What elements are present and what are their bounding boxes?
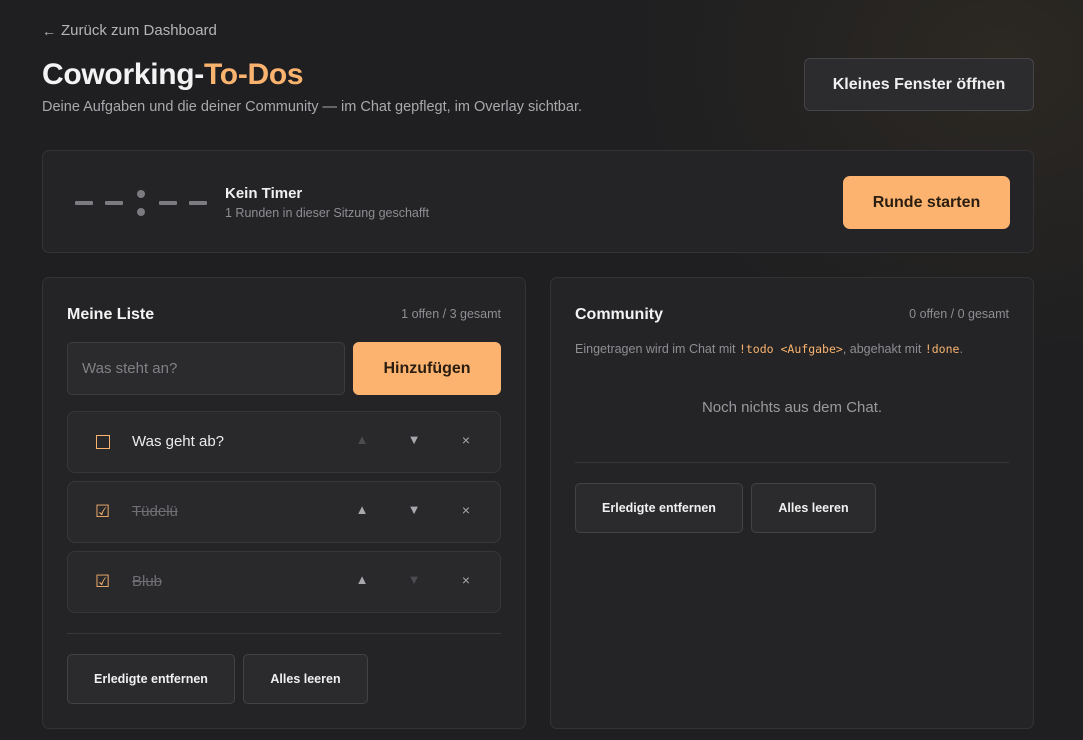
- timer-digit-placeholder: [75, 201, 93, 205]
- timer-rounds-info: 1 Runden in dieser Sitzung geschafft: [225, 206, 430, 220]
- page-title: Coworking-To-Dos: [42, 58, 304, 92]
- todo-item-label: Was geht ab?: [132, 433, 224, 450]
- delete-icon[interactable]: ×: [456, 432, 476, 448]
- timer-digit-placeholder: [189, 201, 207, 205]
- start-round-button[interactable]: Runde starten: [843, 176, 1010, 229]
- checkbox-checked-icon[interactable]: ☑: [95, 503, 111, 521]
- timer-colon: [137, 190, 145, 216]
- timer-digit-placeholder: [105, 201, 123, 205]
- move-up-icon[interactable]: ▲: [352, 572, 372, 587]
- community-panel: Community 0 offen / 0 gesamt Eingetragen…: [550, 277, 1034, 729]
- todo-list: Was geht ab? ▲ ▼ × ☑ Tüdelü ▲ ▼ × ☑ Blub…: [67, 411, 501, 621]
- back-link-label: Zurück zum Dashboard: [61, 22, 217, 39]
- timer-digit-placeholder: [159, 201, 177, 205]
- move-up-icon[interactable]: ▲: [352, 502, 372, 517]
- timer-card: Kein Timer 1 Runden in dieser Sitzung ge…: [42, 150, 1034, 253]
- my-list-count: 1 offen / 3 gesamt: [401, 307, 501, 321]
- community-empty-message: Noch nichts aus dem Chat.: [701, 399, 883, 416]
- open-small-window-button[interactable]: Kleines Fenster öffnen: [804, 58, 1034, 111]
- timer-status: Kein Timer: [225, 185, 303, 202]
- timer-display: [75, 181, 207, 225]
- delete-icon[interactable]: ×: [456, 502, 476, 518]
- move-down-icon[interactable]: ▼: [404, 572, 424, 587]
- hint-cmd-add: !todo <Aufgabe>: [738, 342, 843, 356]
- todo-item-label: Blub: [132, 573, 163, 590]
- remove-done-button[interactable]: Erledigte entfernen: [575, 483, 743, 533]
- todo-input[interactable]: [67, 342, 345, 395]
- move-down-icon[interactable]: ▼: [404, 432, 424, 447]
- move-down-icon[interactable]: ▼: [404, 502, 424, 517]
- divider: [575, 462, 1009, 463]
- move-up-icon[interactable]: ▲: [352, 432, 372, 447]
- back-to-dashboard-link[interactable]: ← Zurück zum Dashboard: [42, 22, 217, 39]
- hint-cmd-done: !done: [924, 342, 960, 356]
- hint-middle: , abgehakt mit: [842, 342, 925, 356]
- clear-all-button[interactable]: Alles leeren: [243, 654, 368, 704]
- checkbox-checked-icon[interactable]: ☑: [95, 573, 111, 591]
- checkbox-unchecked-icon[interactable]: [96, 435, 110, 449]
- page-subtitle: Deine Aufgaben und die deiner Community …: [42, 99, 582, 115]
- delete-icon[interactable]: ×: [456, 572, 476, 588]
- todo-item: Was geht ab? ▲ ▼ ×: [67, 411, 501, 473]
- page-title-main: Coworking-: [42, 58, 204, 91]
- my-list-title: Meine Liste: [67, 306, 155, 323]
- community-hint: Eingetragen wird im Chat mit !todo <Aufg…: [575, 342, 963, 356]
- todo-item-label: Tüdelü: [132, 503, 178, 520]
- remove-done-button[interactable]: Erledigte entfernen: [67, 654, 235, 704]
- my-list-panel: Meine Liste 1 offen / 3 gesamt Hinzufüge…: [42, 277, 526, 729]
- add-todo-button[interactable]: Hinzufügen: [353, 342, 501, 395]
- community-count: 0 offen / 0 gesamt: [909, 307, 1009, 321]
- todo-item: ☑ Blub ▲ ▼ ×: [67, 551, 501, 613]
- community-title: Community: [575, 306, 663, 323]
- page-title-accent: To-Dos: [204, 58, 304, 91]
- hint-prefix: Eingetragen wird im Chat mit: [575, 342, 739, 356]
- arrow-left-icon: ←: [42, 22, 56, 39]
- hint-suffix: .: [959, 342, 963, 356]
- clear-all-button[interactable]: Alles leeren: [751, 483, 876, 533]
- divider: [67, 633, 501, 634]
- todo-item: ☑ Tüdelü ▲ ▼ ×: [67, 481, 501, 543]
